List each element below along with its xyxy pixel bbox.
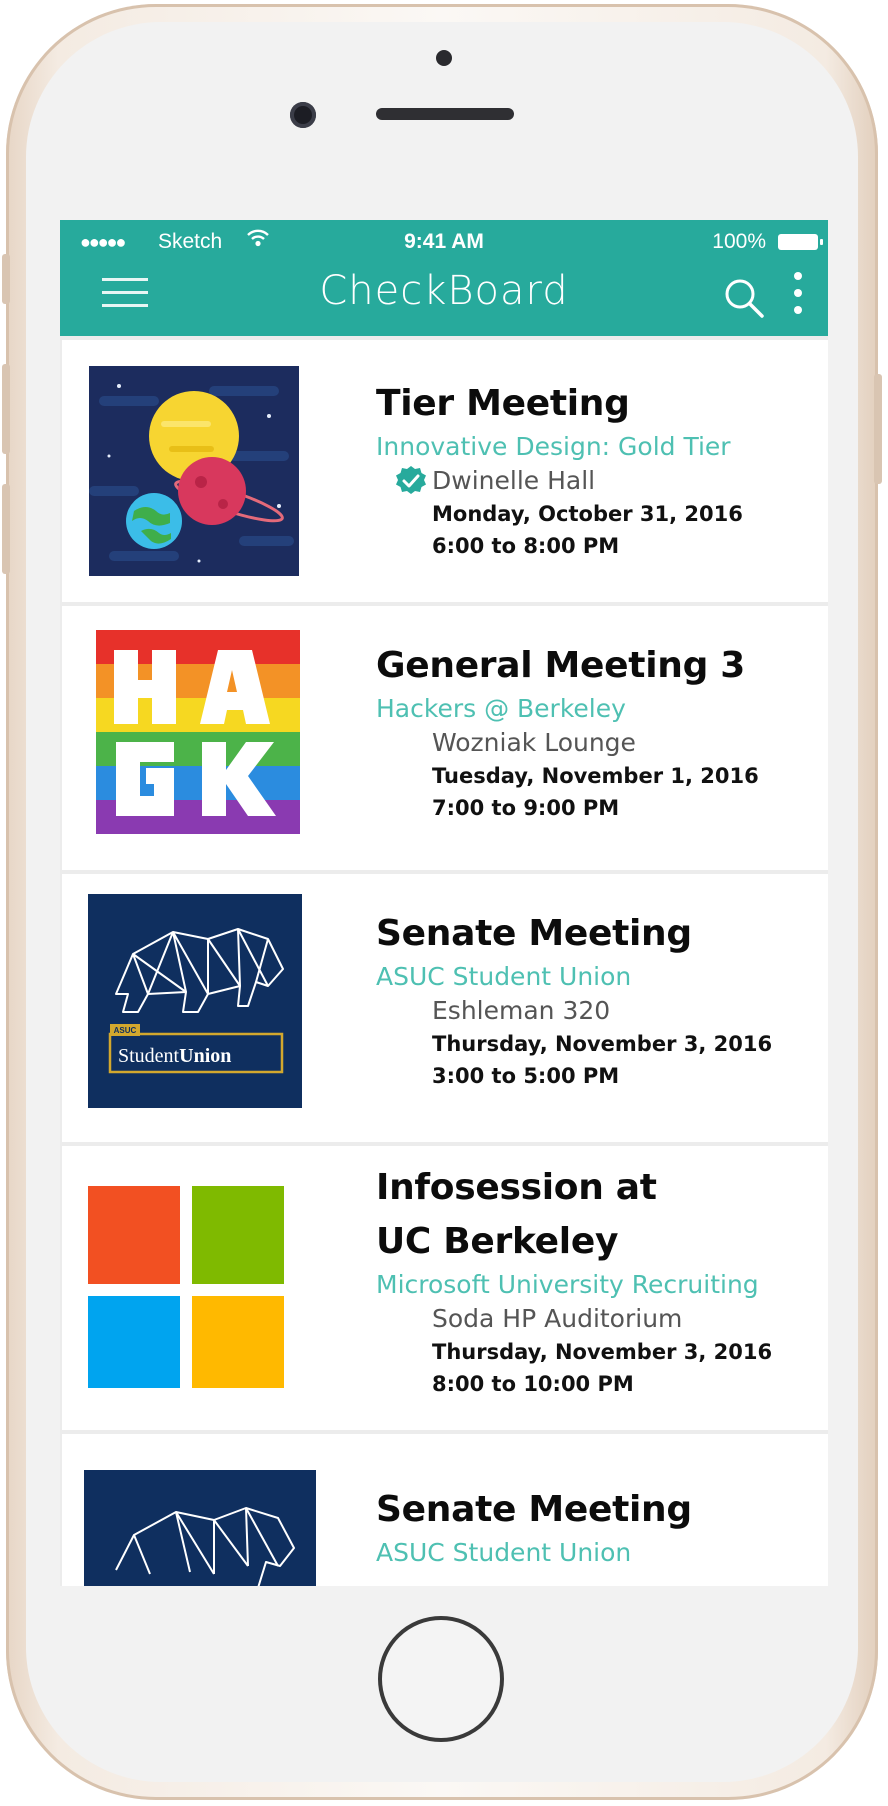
- home-button[interactable]: [378, 1616, 504, 1742]
- event-card[interactable]: Infosession at UC Berkeley Microsoft Uni…: [62, 1146, 828, 1430]
- planets-illustration: [89, 366, 299, 576]
- event-title: Senate Meeting: [376, 1489, 692, 1530]
- microsoft-logo: [88, 1186, 286, 1390]
- volume-up-button: [2, 364, 10, 454]
- battery-percent: 100%: [712, 230, 766, 253]
- app-bar: ●●●●● Sketch 9:41 AM 100% CheckBoard: [60, 220, 828, 336]
- event-card[interactable]: ASUC StudentUnion Senate Meeting ASUC St…: [62, 874, 828, 1142]
- event-date: Thursday, November 3, 2016: [432, 1340, 773, 1364]
- logo-small-text: ASUC: [114, 1026, 137, 1035]
- student-union-bear-logo: [84, 1470, 316, 1586]
- proximity-sensor: [436, 50, 452, 66]
- event-time: 3:00 to 5:00 PM: [432, 1064, 620, 1088]
- mute-switch: [2, 254, 10, 304]
- event-info: Tier Meeting Innovative Design: Gold Tie…: [376, 382, 743, 562]
- event-title: Senate Meeting: [376, 913, 692, 954]
- event-date: Tuesday, November 1, 2016: [432, 764, 759, 788]
- event-card[interactable]: Senate Meeting ASUC Student Union: [62, 1434, 828, 1586]
- event-title: General Meeting 3: [376, 645, 746, 686]
- event-location: Dwinelle Hall: [376, 464, 743, 498]
- event-organization[interactable]: Innovative Design: Gold Tier: [376, 430, 743, 464]
- event-info: General Meeting 3 Hackers @ Berkeley Woz…: [376, 644, 759, 824]
- event-card[interactable]: Tier Meeting Innovative Design: Gold Tie…: [62, 340, 828, 602]
- event-title-line2: UC Berkeley: [376, 1221, 619, 1262]
- event-info: Senate Meeting ASUC Student Union Eshlem…: [376, 912, 772, 1092]
- event-location: Eshleman 320: [432, 996, 611, 1025]
- app-screen: ●●●●● Sketch 9:41 AM 100% CheckBoard Tie…: [60, 220, 828, 1586]
- search-icon[interactable]: [722, 276, 766, 320]
- earpiece-speaker: [376, 108, 514, 120]
- app-title: CheckBoard: [319, 268, 569, 314]
- event-time: 7:00 to 9:00 PM: [432, 796, 620, 820]
- event-location: Soda HP Auditorium: [432, 1304, 683, 1333]
- event-location: Wozniak Lounge: [432, 728, 636, 757]
- event-date: Thursday, November 3, 2016: [432, 1032, 773, 1056]
- microsoft-logo-green: [192, 1186, 284, 1284]
- status-bar: ●●●●● Sketch 9:41 AM 100%: [60, 228, 828, 256]
- battery-icon: [778, 234, 823, 250]
- verified-check-icon: [394, 464, 428, 498]
- microsoft-logo-blue: [88, 1296, 180, 1388]
- event-organization[interactable]: Microsoft University Recruiting: [376, 1268, 772, 1302]
- power-button: [874, 374, 882, 484]
- event-card[interactable]: General Meeting 3 Hackers @ Berkeley Woz…: [62, 606, 828, 870]
- event-date: Monday, October 31, 2016: [432, 502, 743, 526]
- more-options-icon[interactable]: [794, 272, 804, 318]
- event-title: Tier Meeting: [376, 383, 630, 424]
- microsoft-logo-red: [88, 1186, 180, 1284]
- event-organization[interactable]: ASUC Student Union: [376, 1536, 692, 1570]
- event-time: 6:00 to 8:00 PM: [432, 534, 620, 558]
- event-time: 8:00 to 10:00 PM: [432, 1372, 634, 1396]
- event-location-text: Dwinelle Hall: [432, 466, 596, 495]
- microsoft-logo-yellow: [192, 1296, 284, 1388]
- logo-text: StudentUnion: [118, 1045, 231, 1067]
- event-info: Infosession at UC Berkeley Microsoft Uni…: [376, 1166, 772, 1400]
- volume-down-button: [2, 484, 10, 574]
- event-title-line1: Infosession at: [376, 1167, 657, 1208]
- front-camera: [290, 102, 316, 128]
- student-union-bear-logo: ASUC StudentUnion: [88, 894, 302, 1108]
- event-organization[interactable]: ASUC Student Union: [376, 960, 772, 994]
- event-organization[interactable]: Hackers @ Berkeley: [376, 692, 759, 726]
- event-info: Senate Meeting ASUC Student Union: [376, 1488, 692, 1570]
- hack-rainbow-logo: [96, 630, 300, 834]
